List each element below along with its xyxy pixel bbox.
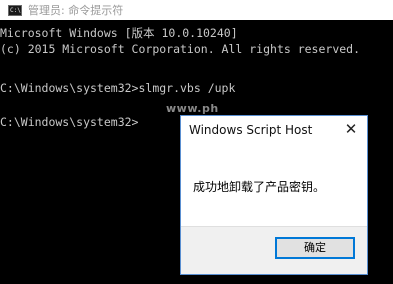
dialog-title: Windows Script Host [189, 123, 313, 137]
console-line-version: Microsoft Windows [版本 10.0.10240] [0, 26, 238, 40]
console-line-prompt: C:\Windows\system32> [0, 115, 139, 129]
ok-button[interactable]: 确定 [275, 237, 355, 259]
dialog-button-bar: 确定 [181, 226, 367, 274]
window-title: 管理员: 命令提示符 [28, 4, 124, 17]
cmd-icon: C:\ [8, 4, 22, 16]
watermark-text: www.ph [166, 102, 219, 115]
console-title-bar[interactable]: C:\ 管理员: 命令提示符 [0, 0, 393, 20]
console-line-copyright: (c) 2015 Microsoft Corporation. All righ… [0, 42, 361, 56]
message-dialog: Windows Script Host ✕ 成功地卸载了产品密钥。 确定 [180, 115, 368, 275]
dialog-message: 成功地卸载了产品密钥。 [193, 180, 326, 194]
close-icon[interactable]: ✕ [341, 119, 361, 139]
console-line-command: C:\Windows\system32>slmgr.vbs /upk [0, 81, 236, 95]
